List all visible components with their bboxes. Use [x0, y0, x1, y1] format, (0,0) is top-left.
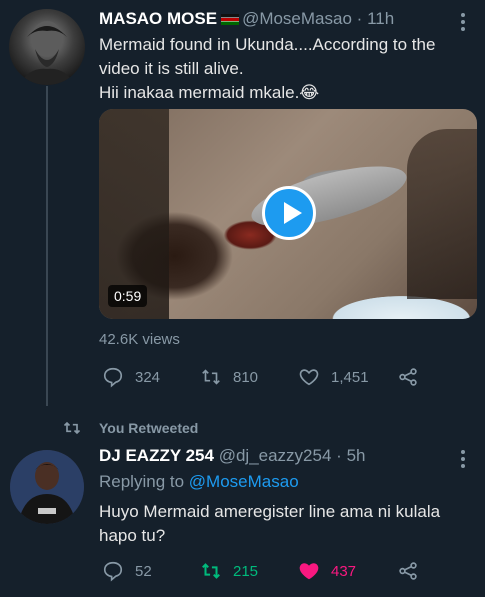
- video-duration: 0:59: [108, 285, 148, 307]
- tweet-text: Mermaid found in Ukunda....According to …: [99, 33, 435, 105]
- retweet-button[interactable]: 810: [200, 366, 258, 388]
- separator: ·: [356, 9, 363, 28]
- retweet-icon: [202, 563, 220, 579]
- timestamp[interactable]: 5h: [347, 446, 366, 465]
- heart-icon: [299, 369, 319, 386]
- avatar[interactable]: [9, 9, 85, 85]
- share-button[interactable]: [397, 560, 430, 582]
- more-vertical-icon[interactable]: [458, 449, 468, 469]
- retweet-context-label[interactable]: You Retweeted: [99, 420, 198, 436]
- reply-button[interactable]: 324: [102, 366, 160, 388]
- author-name[interactable]: MASAO MOSE: [99, 9, 217, 28]
- reply-count: 52: [135, 562, 152, 580]
- retweet-icon: [63, 421, 81, 435]
- tweet-text-line: Huyo Mermaid ameregister line ama ni kul…: [99, 502, 441, 521]
- thread-connector-line: [46, 86, 48, 406]
- like-count: 1,451: [331, 368, 369, 386]
- author-handle[interactable]: @MoseMasao: [242, 9, 352, 28]
- tweet-text: Huyo Mermaid ameregister line ama ni kul…: [99, 500, 440, 548]
- heart-icon: [299, 563, 319, 580]
- retweet-button[interactable]: 215: [200, 560, 258, 582]
- view-count: 42.6K views: [99, 331, 180, 348]
- separator: ·: [336, 446, 342, 465]
- tweet-header: MASAO MOSE @MoseMasao · 11h: [99, 9, 394, 29]
- like-button[interactable]: 1,451: [298, 366, 369, 388]
- video-frame-shadow: [407, 129, 477, 299]
- share-icon: [399, 562, 417, 580]
- mention-link[interactable]: @MoseMasao: [189, 472, 299, 491]
- tweet-text-line: Hii inakaa mermaid mkale.😂: [99, 83, 320, 102]
- share-icon: [399, 368, 417, 386]
- share-button[interactable]: [397, 366, 430, 388]
- like-button[interactable]: 437: [298, 560, 356, 582]
- author-name[interactable]: DJ EAZZY 254: [99, 446, 214, 465]
- retweet-count: 810: [233, 368, 259, 386]
- more-vertical-icon[interactable]: [458, 12, 468, 32]
- tweet-thread: MASAO MOSE @MoseMasao · 11h Mermaid found…: [0, 0, 485, 597]
- retweet-count: 215: [233, 562, 259, 580]
- reply-count: 324: [135, 368, 161, 386]
- retweet-icon: [202, 369, 220, 385]
- replying-to-label: Replying to: [99, 472, 185, 491]
- tweet-text-line: video it is still alive.: [99, 59, 244, 78]
- replying-to: Replying to @MoseMasao: [99, 472, 299, 492]
- kenya-flag-icon: [221, 14, 240, 26]
- timestamp[interactable]: 11h: [367, 9, 394, 28]
- author-handle[interactable]: @dj_eazzy254: [219, 446, 332, 465]
- reply-icon: [103, 561, 123, 582]
- avatar[interactable]: [10, 450, 84, 524]
- reply-button[interactable]: 52: [102, 560, 152, 582]
- like-count: 437: [331, 562, 357, 580]
- tweet-text-line: Mermaid found in Ukunda....According to …: [99, 35, 436, 54]
- reply-icon: [103, 367, 123, 388]
- tweet-header: DJ EAZZY 254 @dj_eazzy254 · 5h: [99, 446, 365, 466]
- tweet-text-line: hapo tu?: [99, 526, 166, 545]
- play-icon[interactable]: [262, 186, 316, 240]
